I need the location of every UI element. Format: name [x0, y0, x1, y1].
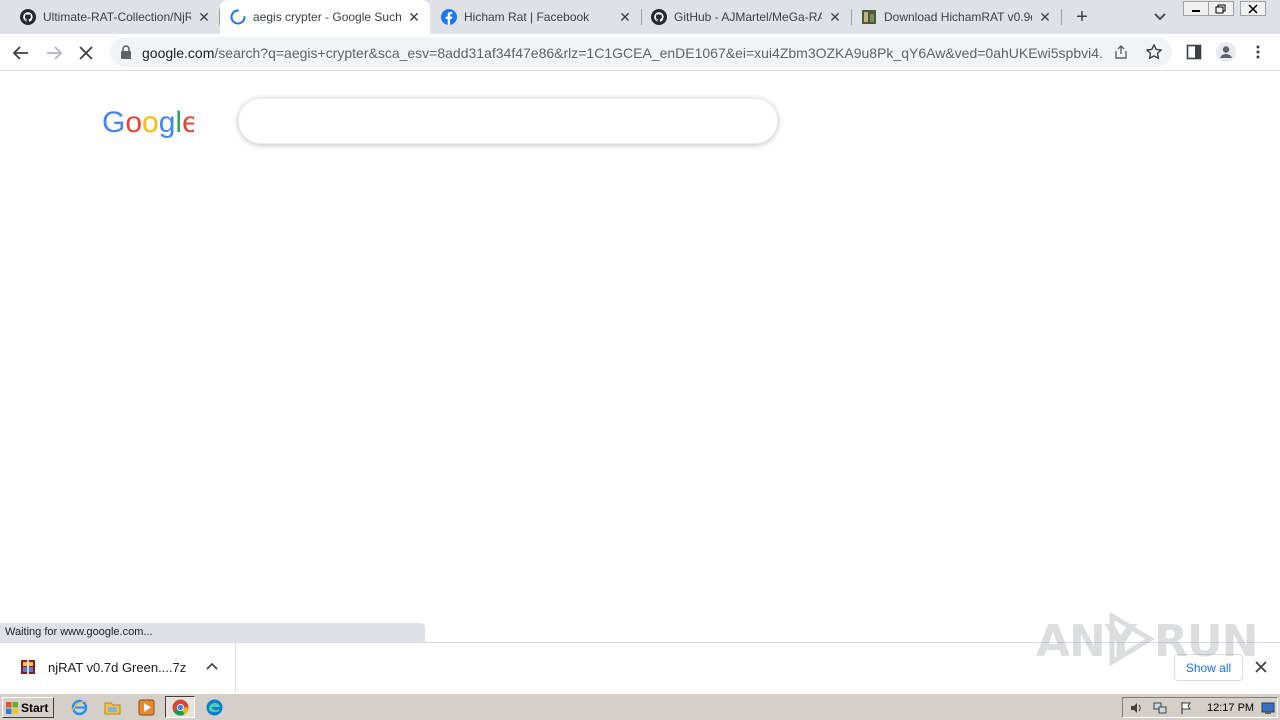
download-filename: njRAT v0.7d Green....7z [48, 660, 187, 675]
address-bar[interactable]: google.com/search?q=aegis+crypter&sca_es… [110, 37, 1172, 67]
tab-github-mega-rat[interactable]: GitHub - AJMartel/MeGa-RAT-P ✕ [641, 0, 851, 34]
chevron-up-icon[interactable] [205, 660, 219, 674]
url-text[interactable]: google.com/search?q=aegis+crypter&sca_es… [142, 45, 1102, 61]
show-desktop-icon[interactable] [1261, 701, 1275, 715]
tab-close-icon[interactable]: ✕ [196, 9, 212, 25]
taskbar-clock[interactable]: 12:17 PM [1207, 702, 1254, 714]
archive-file-icon [21, 660, 35, 674]
arrow-left-icon [12, 46, 28, 60]
side-panel-icon[interactable] [1186, 44, 1202, 60]
tab-close-icon[interactable]: ✕ [827, 9, 843, 25]
edge-icon[interactable] [206, 699, 223, 716]
back-button[interactable] [8, 40, 34, 66]
page-content: Google [0, 72, 1280, 642]
chrome-icon [172, 699, 189, 716]
play-logo-icon [1109, 612, 1155, 666]
tab-search-chevron-icon[interactable] [1151, 9, 1169, 25]
url-host: google.com [142, 45, 215, 61]
tab-title: aegis crypter - Google Suche [253, 10, 401, 24]
tab-title: Ultimate-RAT-Collection/NjRat/ [43, 10, 191, 24]
start-button[interactable]: Start [2, 697, 54, 718]
tab-ultimate-rat-collection[interactable]: Ultimate-RAT-Collection/NjRat/ ✕ [10, 0, 220, 34]
tab-title: GitHub - AJMartel/MeGa-RAT-P [674, 10, 822, 24]
tab-strip: Ultimate-RAT-Collection/NjRat/ ✕ aegis c… [0, 0, 1280, 34]
windows-taskbar: Start 12:17 PM [0, 693, 1280, 720]
search-input[interactable] [238, 98, 778, 144]
tab-divider [1061, 9, 1062, 25]
tab-title: Hicham Rat | Facebook [464, 10, 590, 24]
site-thumbnail-icon [862, 10, 876, 24]
facebook-icon [441, 9, 457, 25]
volume-icon[interactable] [1129, 701, 1143, 715]
minimize-button[interactable] [1183, 1, 1209, 16]
tab-download-hichamrat[interactable]: Download HichamRAT v0.9d | ✕ [851, 0, 1061, 34]
browser-toolbar: google.com/search?q=aegis+crypter&sca_es… [0, 34, 1280, 71]
status-bubble: Waiting for www.google.com... [0, 623, 425, 642]
chrome-taskbar-button[interactable] [165, 696, 195, 718]
loading-spinner-icon [230, 9, 246, 25]
start-label: Start [21, 700, 49, 715]
tab-close-icon[interactable]: ✕ [1037, 9, 1053, 25]
lock-icon[interactable] [120, 45, 132, 59]
close-window-button[interactable] [1240, 1, 1266, 16]
close-icon [1248, 3, 1258, 14]
tab-facebook[interactable]: Hicham Rat | Facebook ✕ [431, 0, 641, 34]
profile-avatar-icon[interactable] [1215, 41, 1237, 63]
network-icon[interactable] [1153, 701, 1167, 715]
bookmark-star-icon[interactable] [1145, 43, 1163, 61]
restore-button[interactable] [1208, 1, 1234, 16]
google-logo[interactable]: Google [102, 105, 194, 139]
tab-title: Download HichamRAT v0.9d | [884, 10, 1032, 24]
url-path: /search?q=aegis+crypter&sca_esv=8add31af… [214, 45, 1102, 61]
tab-close-icon[interactable]: ✕ [617, 9, 633, 25]
github-icon [651, 9, 667, 25]
stop-x-icon [79, 46, 93, 60]
system-tray: 12:17 PM [1122, 697, 1278, 718]
minimize-icon [1192, 9, 1200, 12]
anyrun-watermark: ANY RUN [1036, 608, 1258, 668]
stop-loading-button[interactable] [73, 40, 99, 66]
share-icon[interactable] [1113, 44, 1129, 60]
new-tab-button[interactable]: + [1071, 6, 1093, 28]
arrow-right-icon [47, 46, 63, 60]
restore-icon [1215, 4, 1226, 13]
svg-text:Google: Google [102, 106, 194, 139]
internet-explorer-icon[interactable] [71, 699, 88, 716]
forward-button[interactable] [41, 40, 67, 66]
windows-logo-icon [6, 701, 18, 714]
file-explorer-icon[interactable] [104, 699, 121, 716]
watermark-text-right: RUN [1154, 616, 1258, 667]
github-icon [20, 9, 36, 25]
media-player-icon[interactable] [138, 699, 155, 716]
download-item[interactable]: njRAT v0.7d Green....7z [0, 643, 236, 692]
kebab-menu-icon[interactable] [1250, 44, 1266, 60]
tab-close-icon[interactable]: ✕ [406, 9, 422, 25]
tab-google-search[interactable]: aegis crypter - Google Suche ✕ [220, 0, 430, 34]
action-center-flag-icon[interactable] [1179, 701, 1193, 715]
